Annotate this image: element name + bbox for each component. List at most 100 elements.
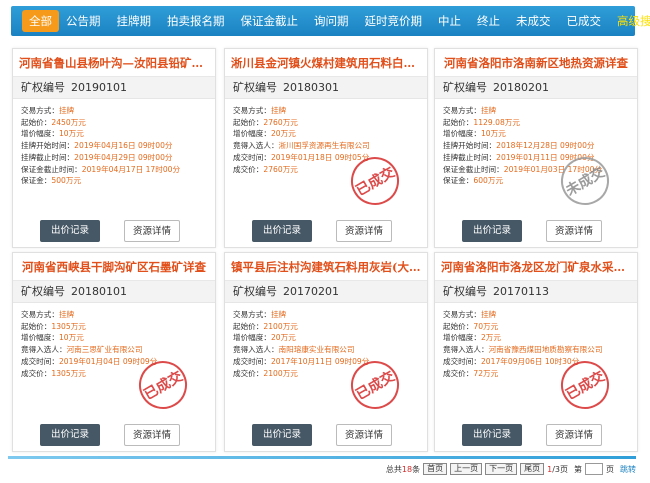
resource-card: 镇平县后注村沟建筑石料用灰岩(大理岩)矿矿权编号 20170201 交易方式：挂牌起… [224, 252, 428, 452]
advanced-search-link[interactable]: 高级搜索 [617, 6, 650, 36]
resource-card: 河南省洛阳市洛南新区地热资源详查 矿权编号 20180201 交易方式：挂牌 起始价：1… [434, 48, 638, 248]
info-row: 交易方式：挂牌 [233, 105, 423, 117]
info-value: 20万元 [270, 129, 296, 139]
info-value: 72万元 [473, 368, 499, 378]
info-row: 成交时间：2019年01月18日 09时05分 [233, 152, 423, 164]
resource-detail-button[interactable]: 资源详情 [336, 424, 392, 446]
pagination-divider [8, 456, 636, 459]
info-key: 挂牌截止时间： [443, 152, 497, 162]
nav-item-deposit-deadline[interactable]: 保证金截止 [241, 6, 299, 36]
nav-item-sold[interactable]: 已成交 [567, 6, 602, 36]
resource-detail-button[interactable]: 资源详情 [336, 220, 392, 242]
info-key: 交易方式： [21, 106, 59, 115]
info-value: 2760万元 [263, 117, 298, 127]
info-key: 保证金： [21, 176, 52, 186]
bid-record-button[interactable]: 出价记录 [462, 220, 522, 242]
resource-card: 河南省鲁山县杨叶沟—汝阳县铅矿详查 矿权编号 20190101 交易方式：挂牌 起始价：… [12, 48, 216, 248]
info-key: 挂牌截止时间： [21, 152, 75, 162]
info-key: 起始价： [443, 321, 474, 331]
info-key: 成交时间： [233, 152, 271, 162]
info-value: 1305万元 [51, 368, 86, 378]
info-key: 增价幅度： [443, 129, 481, 139]
bid-record-button[interactable]: 出价记录 [462, 424, 522, 446]
info-row: 交易方式：挂牌 [21, 105, 211, 117]
jump-suffix: 页 [606, 464, 614, 474]
bid-record-button[interactable]: 出价记录 [40, 424, 100, 446]
jump-button[interactable]: 跳转 [620, 464, 636, 475]
info-row: 增价幅度：2万元 [443, 332, 633, 344]
info-key: 增价幅度： [233, 333, 271, 343]
info-key: 增价幅度： [443, 333, 481, 343]
info-value: 淅川国孚资源再生有限公司 [278, 141, 370, 151]
info-row: 成交时间：2017年10月11日 09时09分 [233, 356, 423, 368]
resource-detail-button[interactable]: 资源详情 [124, 424, 180, 446]
card-code-bar: 矿权编号 20170113 [435, 281, 637, 303]
info-row: 增价幅度：10万元 [443, 128, 633, 140]
pagination-controls: 总共 18 条 首页 上一页 下一页 尾页 1 /3页 第 页 跳转 [386, 463, 636, 475]
nav-item-inquiry[interactable]: 询问期 [314, 6, 349, 36]
info-value: 20万元 [270, 333, 296, 343]
page-jump-input[interactable] [585, 463, 603, 475]
nav-item-terminated[interactable]: 终止 [477, 6, 500, 36]
resource-card: 河南省西峡县干脚沟矿区石墨矿详查 矿权编号 20180101 交易方式：挂牌 起始价：1… [12, 252, 216, 452]
info-row: 增价幅度：20万元 [233, 128, 423, 140]
nav-item-auction-signup[interactable]: 拍卖报名期 [167, 6, 225, 36]
card-title[interactable]: 河南省洛阳市洛南新区地热资源详查 [435, 49, 637, 77]
nav-item-all[interactable]: 全部 [22, 10, 59, 32]
info-value: 河南三思矿业有限公司 [66, 345, 143, 355]
info-key: 增价幅度： [233, 129, 271, 139]
info-key: 保证金截止时间： [443, 164, 504, 174]
resource-detail-button[interactable]: 资源详情 [546, 220, 602, 242]
info-row: 起始价：1129.08万元 [443, 117, 633, 129]
code-value: 20180201 [493, 81, 549, 94]
info-key: 挂牌开始时间： [443, 141, 497, 151]
info-value: 2019年04月17日 17时00分 [81, 164, 181, 174]
card-title[interactable]: 镇平县后注村沟建筑石料用灰岩(大理岩)矿 [225, 253, 427, 281]
info-key: 成交价： [443, 368, 474, 378]
nav-item-listing[interactable]: 挂牌期 [117, 6, 152, 36]
bid-record-button[interactable]: 出价记录 [40, 220, 100, 242]
code-label: 矿权编号 [21, 285, 65, 298]
card-title[interactable]: 河南省鲁山县杨叶沟—汝阳县铅矿详查 [13, 49, 215, 77]
info-value: 河南省豫西煤田地质勘察有限公司 [488, 345, 603, 355]
card-title[interactable]: 河南省洛阳市洛龙区龙门矿泉水采矿权 [435, 253, 637, 281]
resource-detail-button[interactable]: 资源详情 [546, 424, 602, 446]
info-value: 2019年04月16日 09时00分 [74, 141, 173, 151]
info-key: 竟得入选人： [233, 345, 279, 355]
info-row: 起始价：2760万元 [233, 117, 423, 129]
next-page-button[interactable]: 下一页 [485, 463, 518, 475]
first-page-button[interactable]: 首页 [423, 463, 448, 475]
card-title[interactable]: 淅川县金河镇火煤村建筑用石料白云岩矿 [225, 49, 427, 77]
info-value: 2018年12月28日 09时00分 [496, 141, 595, 151]
info-value: 10万元 [480, 129, 506, 139]
info-key: 交易方式： [233, 106, 271, 115]
card-code-bar: 矿权编号 20190101 [13, 77, 215, 99]
code-value: 20170201 [283, 285, 339, 298]
code-value: 20180101 [71, 285, 127, 298]
info-key: 保证金截止时间： [21, 164, 82, 174]
resource-detail-button[interactable]: 资源详情 [124, 220, 180, 242]
info-key: 挂牌开始时间： [21, 141, 75, 151]
info-key: 交易方式： [21, 310, 59, 319]
nav-item-extended-bidding[interactable]: 延时竞价期 [365, 6, 423, 36]
nav-item-suspended[interactable]: 中止 [438, 6, 461, 36]
nav-item-unsold[interactable]: 未成交 [516, 6, 551, 36]
bid-record-button[interactable]: 出价记录 [252, 220, 312, 242]
prev-page-button[interactable]: 上一页 [450, 463, 483, 475]
info-value: 500万元 [51, 176, 82, 186]
info-row: 起始价：2450万元 [21, 117, 211, 129]
info-row: 起始价：1305万元 [21, 321, 211, 333]
info-key: 增价幅度： [21, 333, 59, 343]
nav-item-announcement[interactable]: 公告期 [66, 6, 101, 36]
info-value: 70万元 [473, 321, 499, 331]
info-value: 挂牌 [480, 310, 497, 319]
info-row: 交易方式：挂牌 [443, 105, 633, 117]
card-title[interactable]: 河南省西峡县干脚沟矿区石墨矿详查 [13, 253, 215, 281]
bid-record-button[interactable]: 出价记录 [252, 424, 312, 446]
info-key: 起始价： [21, 321, 52, 331]
info-row: 挂牌截止时间：2019年04月29日 09时00分 [21, 152, 211, 164]
info-row: 挂牌开始时间：2018年12月28日 09时00分 [443, 140, 633, 152]
last-page-button[interactable]: 尾页 [520, 463, 545, 475]
info-key: 竟得入选人： [233, 141, 279, 151]
info-row: 交易方式：挂牌 [233, 309, 423, 321]
